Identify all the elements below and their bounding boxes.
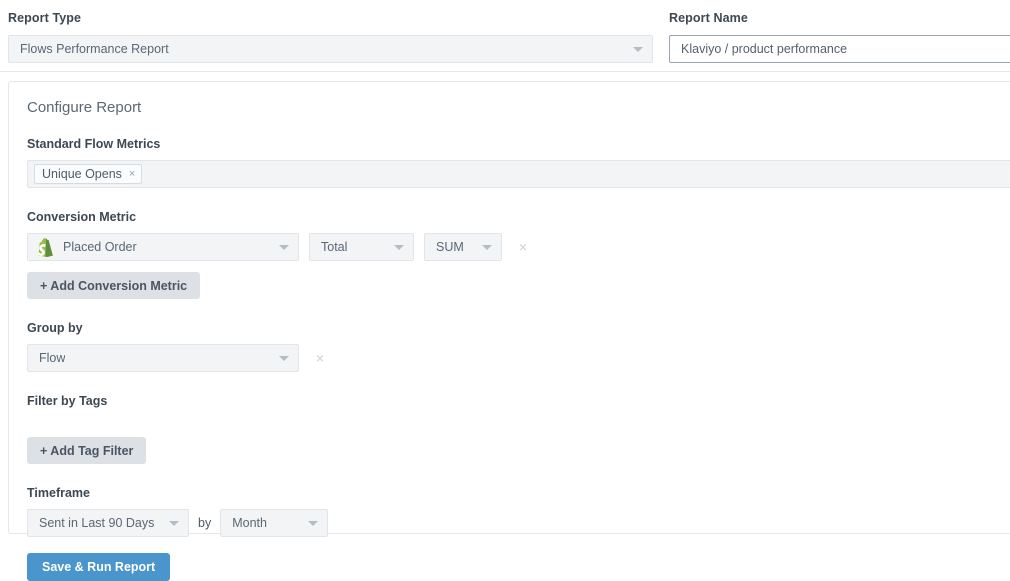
conversion-function-select[interactable]: SUM — [424, 233, 502, 261]
chevron-down-icon — [308, 521, 318, 526]
conversion-scope-select[interactable]: Total — [309, 233, 414, 261]
metric-token[interactable]: Unique Opens × — [34, 164, 142, 184]
report-type-value: Flows Performance Report — [20, 42, 169, 56]
report-type-label: Report Type — [8, 12, 653, 25]
chevron-down-icon — [633, 47, 643, 52]
standard-flow-metrics-label: Standard Flow Metrics — [27, 137, 1010, 151]
timeframe-label: Timeframe — [27, 486, 1010, 500]
add-conversion-metric-button[interactable]: + Add Conversion Metric — [27, 272, 200, 299]
conversion-scope-value: Total — [321, 240, 347, 254]
remove-metric-token-icon[interactable]: × — [129, 169, 135, 180]
report-name-group: Report Name Klaviyo / product performanc… — [669, 12, 1010, 63]
report-type-select[interactable]: Flows Performance Report — [8, 35, 653, 63]
conversion-metric-select[interactable]: Placed Order — [27, 233, 299, 261]
timeframe-by-label: by — [189, 516, 220, 530]
metric-token-label: Unique Opens — [42, 167, 122, 181]
report-type-group: Report Type Flows Performance Report — [8, 12, 653, 63]
chevron-down-icon — [169, 521, 179, 526]
timeframe-range-value: Sent in Last 90 Days — [39, 516, 154, 530]
group-by-section: Group by Flow × — [27, 321, 1010, 372]
report-header-bar: Report Type Flows Performance Report Rep… — [0, 0, 1010, 72]
timeframe-range-select[interactable]: Sent in Last 90 Days — [27, 509, 189, 537]
configure-report-card: Configure Report Standard Flow Metrics U… — [8, 81, 1010, 534]
remove-group-by-icon[interactable]: × — [309, 347, 331, 369]
standard-flow-metrics-input[interactable]: Unique Opens × — [27, 160, 1010, 188]
timeframe-section: Timeframe Sent in Last 90 Days by Month … — [27, 486, 1010, 581]
conversion-function-value: SUM — [436, 240, 464, 254]
chevron-down-icon — [279, 356, 289, 361]
conversion-metric-label: Conversion Metric — [27, 210, 1010, 224]
standard-flow-metrics-section: Standard Flow Metrics Unique Opens × — [27, 137, 1010, 188]
save-and-run-report-button[interactable]: Save & Run Report — [27, 553, 170, 581]
configure-report-title: Configure Report — [27, 100, 1010, 115]
remove-conversion-metric-icon[interactable]: × — [512, 236, 534, 258]
conversion-metric-row: Placed Order Total SUM × — [27, 233, 1010, 261]
conversion-metric-value: Placed Order — [63, 240, 137, 254]
filter-by-tags-label: Filter by Tags — [27, 394, 1010, 408]
add-tag-filter-button[interactable]: + Add Tag Filter — [27, 437, 146, 464]
timeframe-interval-select[interactable]: Month — [220, 509, 328, 537]
chevron-down-icon — [279, 245, 289, 250]
timeframe-interval-value: Month — [232, 516, 267, 530]
report-name-input[interactable]: Klaviyo / product performance — [669, 35, 1010, 63]
group-by-label: Group by — [27, 321, 1010, 335]
group-by-select[interactable]: Flow — [27, 344, 299, 372]
group-by-value: Flow — [39, 351, 65, 365]
timeframe-row: Sent in Last 90 Days by Month — [27, 509, 1010, 537]
chevron-down-icon — [482, 245, 492, 250]
chevron-down-icon — [394, 245, 404, 250]
report-name-label: Report Name — [669, 12, 1010, 25]
filter-by-tags-section: Filter by Tags + Add Tag Filter — [27, 394, 1010, 464]
group-by-row: Flow × — [27, 344, 1010, 372]
report-name-value: Klaviyo / product performance — [681, 42, 847, 56]
shopify-icon — [37, 238, 54, 257]
conversion-metric-section: Conversion Metric Placed Order Total — [27, 210, 1010, 299]
